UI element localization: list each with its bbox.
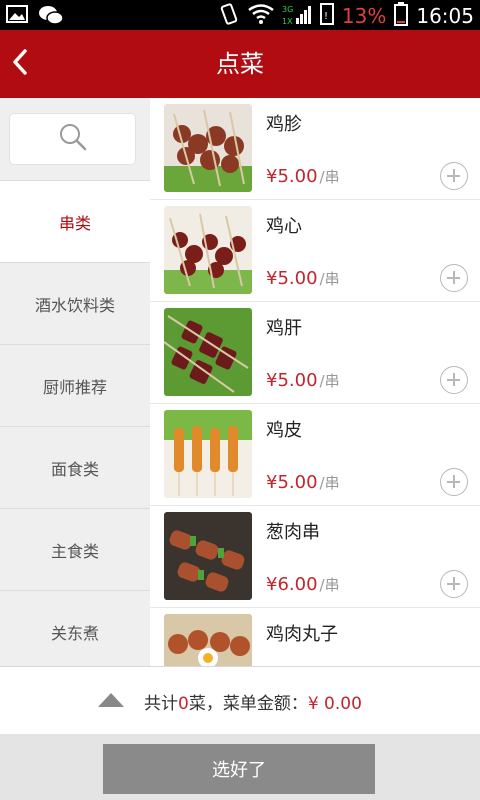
price-value: ¥5.00	[266, 268, 318, 289]
rotate-icon	[218, 2, 240, 30]
search-button[interactable]	[9, 113, 136, 165]
category-label: 酒水饮料类	[34, 295, 115, 315]
dish-name: 鸡胗	[266, 114, 302, 135]
dish-item[interactable]: 鸡胗 ¥5.00/串	[150, 98, 480, 200]
category-item-noodles[interactable]: 面食类	[0, 427, 150, 509]
wifi-icon	[248, 4, 274, 28]
dish-item[interactable]: 鸡肉丸子	[150, 608, 480, 666]
wechat-icon	[38, 4, 64, 30]
dish-name: 鸡肝	[266, 318, 302, 339]
bottom-bar: 选好了	[0, 734, 480, 800]
status-bar: 3G 1X ! 13% 16:05	[0, 0, 480, 30]
price-value: ¥5.00	[266, 370, 318, 391]
category-item-chef-recommend[interactable]: 厨师推荐	[0, 345, 150, 427]
sim-icon: !	[319, 3, 334, 29]
dish-price: ¥5.00/串	[266, 268, 340, 289]
svg-text:!: !	[324, 11, 328, 22]
dish-list: 鸡胗 ¥5.00/串 鸡心 ¥5.00/串 鸡肝 ¥5.00/串 鸡皮 ¥5.0…	[150, 98, 480, 666]
category-item-oden[interactable]: 关东煮	[0, 591, 150, 666]
gallery-icon	[6, 4, 28, 30]
add-button[interactable]	[440, 264, 468, 292]
price-unit: /串	[319, 576, 340, 594]
svg-text:3G: 3G	[282, 5, 293, 14]
dish-price: ¥5.00/串	[266, 472, 340, 493]
dish-price: ¥5.00/串	[266, 370, 340, 391]
dish-image	[164, 410, 252, 498]
page-title: 点菜	[216, 50, 264, 78]
category-label: 主食类	[50, 541, 99, 561]
price-value: ¥6.00	[266, 574, 318, 595]
category-label: 串类	[58, 213, 91, 233]
price-value: ¥5.00	[266, 166, 318, 187]
dish-price: ¥6.00/串	[266, 574, 340, 595]
summary-text: 共计0菜，菜单金额：¥ 0.00	[144, 689, 362, 714]
expand-up-icon[interactable]	[98, 693, 124, 707]
summary-prefix: 共计	[144, 694, 178, 714]
add-button[interactable]	[440, 468, 468, 496]
app-header: 点菜	[0, 30, 480, 98]
category-label: 面食类	[50, 459, 99, 479]
price-unit: /串	[319, 168, 340, 186]
price-unit: /串	[319, 270, 340, 288]
price-value: ¥5.00	[266, 472, 318, 493]
dish-name: 鸡心	[266, 216, 302, 237]
add-button[interactable]	[440, 366, 468, 394]
order-summary: 共计0菜，菜单金额：¥ 0.00	[0, 666, 480, 734]
battery-icon	[394, 2, 409, 30]
dish-image	[164, 206, 252, 294]
price-unit: /串	[319, 474, 340, 492]
search-icon	[58, 122, 88, 156]
dish-item[interactable]: 鸡皮 ¥5.00/串	[150, 404, 480, 506]
battery-percent: 13%	[341, 4, 387, 28]
dish-name: 鸡皮	[266, 420, 302, 441]
category-label: 关东煮	[50, 623, 99, 643]
price-unit: /串	[319, 372, 340, 390]
category-item-drinks[interactable]: 酒水饮料类	[0, 263, 150, 345]
status-time: 16:05	[416, 4, 474, 28]
dish-item[interactable]: 鸡心 ¥5.00/串	[150, 200, 480, 302]
svg-text:1X: 1X	[282, 17, 293, 26]
category-label: 厨师推荐	[42, 377, 107, 397]
confirm-button[interactable]: 选好了	[103, 744, 375, 794]
signal-icon: 3G 1X	[282, 2, 312, 30]
summary-amount: ¥ 0.00	[307, 694, 362, 714]
category-item-staples[interactable]: 主食类	[0, 509, 150, 591]
dish-price: ¥5.00/串	[266, 166, 340, 187]
category-item-skewers[interactable]: 串类	[0, 181, 150, 263]
search-area	[0, 98, 150, 181]
dish-image	[164, 308, 252, 396]
dish-name: 鸡肉丸子	[266, 624, 338, 645]
dish-item[interactable]: 鸡肝 ¥5.00/串	[150, 302, 480, 404]
dish-name: 葱肉串	[266, 522, 320, 543]
dish-image	[164, 104, 252, 192]
add-button[interactable]	[440, 570, 468, 598]
summary-middle: 菜，菜单金额：	[188, 694, 308, 714]
dish-image	[164, 614, 252, 666]
dish-image	[164, 512, 252, 600]
dish-item[interactable]: 葱肉串 ¥6.00/串	[150, 506, 480, 608]
summary-count: 0	[178, 694, 189, 714]
category-sidebar: 串类 酒水饮料类 厨师推荐 面食类 主食类 关东煮	[0, 98, 150, 666]
add-button[interactable]	[440, 162, 468, 190]
